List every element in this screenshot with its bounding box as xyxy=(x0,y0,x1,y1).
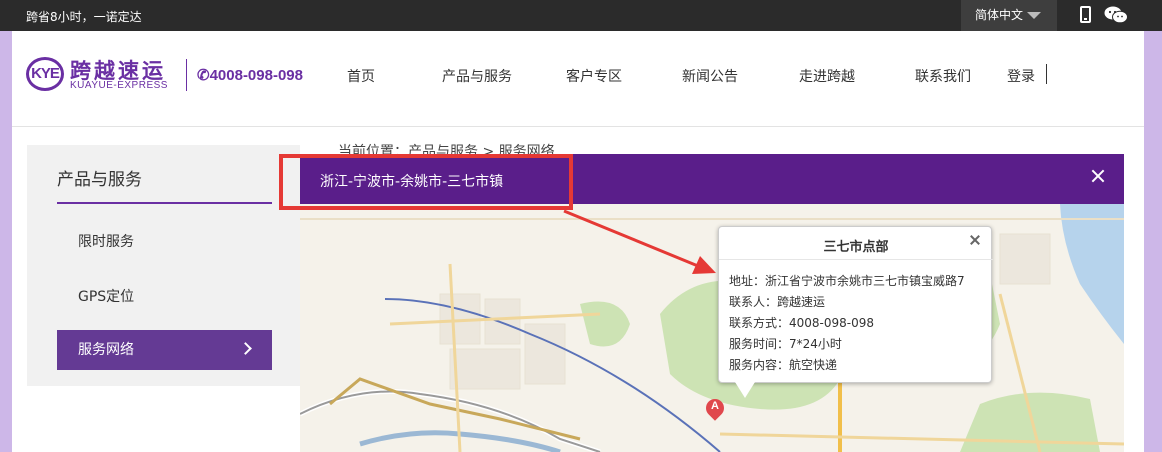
sidebar-item-gps[interactable]: GPS定位 xyxy=(78,286,134,306)
chevron-down-icon xyxy=(1027,12,1041,19)
info-window-title: 三七市点部 xyxy=(823,240,889,255)
info-service: 服务内容：航空快递 xyxy=(729,358,838,372)
wechat-icon[interactable] xyxy=(1104,6,1128,24)
page: KYE 跨越速运 KUAYUE-EXPRESS ✆4008-098-098 首页… xyxy=(12,31,1144,452)
slogan: 跨省8小时，一诺定达 xyxy=(26,10,142,24)
mobile-phone-icon[interactable] xyxy=(1080,6,1091,23)
info-hours: 服务时间：7*24小时 xyxy=(729,337,842,351)
nav-about[interactable]: 走进跨越 xyxy=(799,66,855,86)
nav-home[interactable]: 首页 xyxy=(347,66,375,86)
info-contact-person: 联系人：跨越速运 xyxy=(729,295,826,309)
highlight-box xyxy=(279,154,573,210)
logo-english: KUAYUE-EXPRESS xyxy=(70,80,168,91)
nav-news[interactable]: 新闻公告 xyxy=(682,66,738,86)
nav-customer[interactable]: 客户专区 xyxy=(566,66,622,86)
info-address: 地址：浙江省宁波市余姚市三七市镇宝威路7 xyxy=(729,274,965,288)
sidebar: 产品与服务 限时服务 GPS定位 服务网络 xyxy=(27,145,300,386)
login-divider xyxy=(1046,64,1047,84)
info-window-divider xyxy=(719,259,993,260)
info-phone: 联系方式：4008-098-098 xyxy=(729,316,875,330)
login-link[interactable]: 登录 xyxy=(1007,66,1035,86)
nav-products[interactable]: 产品与服务 xyxy=(442,66,512,86)
info-window-close-icon[interactable] xyxy=(969,234,981,246)
sidebar-title: 产品与服务 xyxy=(57,170,142,190)
sidebar-title-underline xyxy=(57,202,272,204)
nav-contact[interactable]: 联系我们 xyxy=(915,66,971,86)
language-selector[interactable]: 简体中文 xyxy=(961,0,1057,31)
logo[interactable]: KYE 跨越速运 KUAYUE-EXPRESS xyxy=(26,55,180,95)
logo-mark: KYE xyxy=(26,57,64,91)
sidebar-item-label: 服务网络 xyxy=(78,342,134,358)
language-label: 简体中文 xyxy=(975,8,1024,22)
close-icon[interactable] xyxy=(1090,168,1106,184)
logo-divider xyxy=(186,59,187,91)
hotline: ✆4008-098-098 xyxy=(197,67,303,84)
sidebar-item-timed-service[interactable]: 限时服务 xyxy=(78,231,134,251)
chevron-right-icon xyxy=(239,342,252,355)
map-marker-label: A xyxy=(711,400,719,412)
header: KYE 跨越速运 KUAYUE-EXPRESS ✆4008-098-098 首页… xyxy=(12,31,1144,127)
info-window: 三七市点部 地址：浙江省宁波市余姚市三七市镇宝威路7 联系人：跨越速运 联系方式… xyxy=(718,226,993,398)
top-bar: 跨省8小时，一诺定达 简体中文 xyxy=(0,0,1162,31)
info-window-pointer xyxy=(735,382,755,398)
sidebar-item-service-network[interactable]: 服务网络 xyxy=(57,330,272,370)
